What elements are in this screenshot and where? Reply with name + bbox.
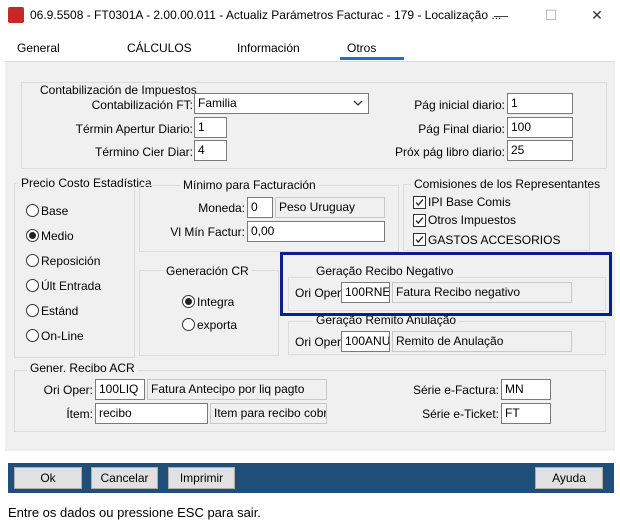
print-button[interactable]: Imprimir (168, 467, 235, 489)
precio-radio-medio[interactable] (26, 229, 39, 242)
precio-radio-reposicion[interactable] (26, 254, 39, 267)
remito-oper-desc: Remito de Anulação (392, 331, 572, 352)
pag-final-label: Pág Final diario: (418, 122, 505, 136)
remito-oper-label: Ori Oper: (295, 335, 345, 349)
moneda-label: Moneda: (198, 201, 245, 215)
precio-radio-online[interactable] (26, 329, 39, 342)
comisiones-title: Comisiones de los Representantes (411, 177, 604, 191)
precio-title: Precio Costo Estadística (18, 176, 155, 190)
gener-item-desc: Item para recibo cobranza (210, 403, 327, 424)
precio-label-reposicion: Reposición (41, 254, 101, 268)
otros-impuestos-checkbox[interactable] (413, 214, 426, 227)
contab-ft-label: Contabilización FT: (91, 98, 193, 112)
precio-radio-ult-entrada[interactable] (26, 279, 39, 292)
apertura-input[interactable]: 1 (194, 117, 227, 138)
minimo-title: Mínimo para Facturación (180, 178, 319, 192)
precio-label-ult-entrada: Últ Entrada (41, 279, 102, 293)
generacion-title: Generación CR (163, 264, 252, 278)
minimize-button[interactable]: — (478, 4, 524, 26)
tab-calculos[interactable]: CÁLCULOS (127, 41, 192, 55)
generacion-group (139, 270, 279, 356)
gener-recibo-title: Gener. Recibo ACR (27, 361, 138, 375)
active-tab-indicator (340, 57, 404, 60)
gener-oper-label: Ori Oper: (43, 383, 93, 397)
maximize-button[interactable]: ☐ (528, 4, 574, 26)
button-bar: Ok Cancelar Imprimir Ayuda (8, 463, 614, 493)
tab-otros[interactable]: Otros (347, 41, 376, 55)
window-title: 06.9.5508 - FT0301A - 2.00.00.011 - Actu… (30, 8, 502, 22)
gastos-checkbox[interactable] (413, 233, 426, 246)
pag-final-input[interactable]: 100 (507, 117, 573, 138)
prox-pag-input[interactable]: 25 (507, 140, 573, 161)
vl-min-input[interactable]: 0,00 (247, 221, 385, 242)
gener-oper-input[interactable]: 100LIQ (95, 379, 145, 400)
gener-item-input[interactable]: recibo (95, 403, 208, 424)
help-button[interactable]: Ayuda (535, 467, 603, 489)
ipi-checkbox[interactable] (413, 196, 426, 209)
efactura-input[interactable]: MN (501, 379, 551, 400)
gener-oper-desc: Fatura Antecipo por liq pagto (147, 379, 327, 400)
tab-bar: General CÁLCULOS Información Otros (0, 37, 620, 62)
prox-pag-label: Próx pág libro diario: (394, 145, 505, 159)
otros-impuestos-label: Otros Impuestos (428, 213, 517, 227)
pag-inicial-label: Pág inicial diario: (414, 98, 505, 112)
remito-oper-input[interactable]: 100ANU (341, 331, 390, 352)
eticket-label: Série e-Ticket: (422, 407, 499, 421)
eticket-input[interactable]: FT (501, 403, 551, 424)
cierre-input[interactable]: 4 (194, 140, 227, 161)
precio-radio-base[interactable] (26, 204, 39, 217)
cancel-button[interactable]: Cancelar (91, 467, 158, 489)
pag-inicial-input[interactable]: 1 (507, 93, 573, 114)
contab-ft-select[interactable]: Familia (194, 93, 369, 114)
tab-informacion[interactable]: Información (237, 41, 300, 55)
status-bar-text: Entre os dados ou pressione ESC para sai… (8, 505, 261, 520)
moneda-name: Peso Uruguay (275, 197, 385, 218)
integra-label: Integra (197, 295, 235, 309)
gener-item-label: Ítem: (66, 407, 93, 421)
efactura-label: Série e-Factura: (412, 383, 499, 397)
exporta-radio[interactable] (182, 318, 195, 331)
precio-label-base: Base (41, 204, 69, 218)
moneda-code-input[interactable]: 0 (247, 197, 273, 218)
title-bar: 06.9.5508 - FT0301A - 2.00.00.011 - Actu… (0, 0, 620, 31)
precio-label-online: On-Line (41, 329, 84, 343)
apertura-label: Términ Apertur Diario: (75, 122, 193, 136)
tab-general[interactable]: General (17, 41, 60, 55)
integra-radio[interactable] (182, 295, 195, 308)
contab-title: Contabilización de Impuestos (37, 83, 200, 97)
annotation-highlight-box (280, 252, 612, 316)
cierre-label: Término Cier Diar: (94, 145, 193, 159)
vl-min-label: Vl Mín Factur: (170, 225, 245, 239)
ok-button[interactable]: Ok (14, 467, 82, 489)
precio-radio-estand[interactable] (26, 304, 39, 317)
ipi-label: IPI Base Comis (428, 195, 511, 209)
app-icon (8, 7, 24, 23)
contab-ft-value: Familia (198, 96, 237, 110)
exporta-label: exporta (197, 318, 238, 332)
precio-label-medio: Medio (41, 229, 74, 243)
precio-label-estand: Estánd (41, 304, 79, 318)
close-button[interactable]: ✕ (574, 4, 620, 26)
chevron-down-icon (353, 100, 363, 106)
gastos-label: GASTOS ACCESORIOS (428, 233, 561, 247)
